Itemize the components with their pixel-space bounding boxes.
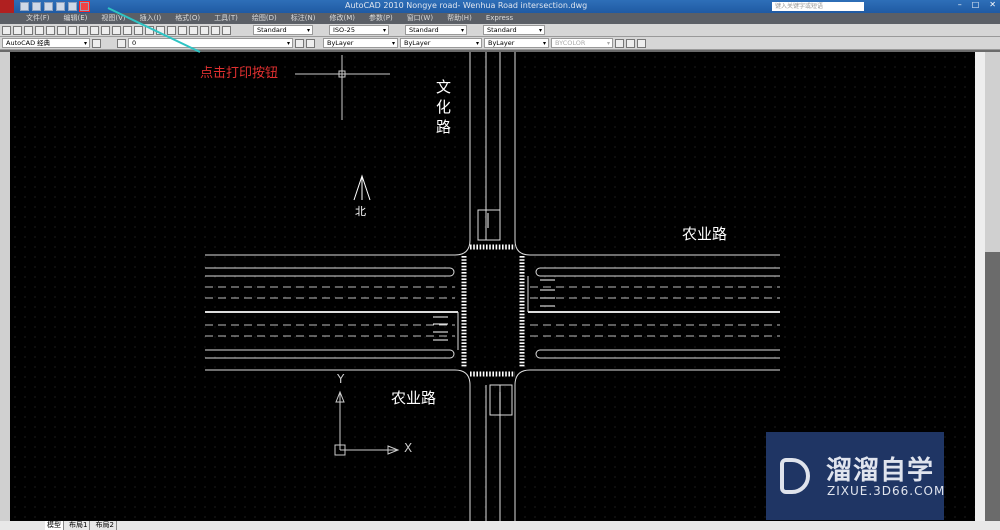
crosshair-cursor xyxy=(295,55,390,120)
ucs-y-label: Y xyxy=(337,372,345,386)
print-button-annotation: 点击打印按钮 xyxy=(200,66,279,81)
tab-layout1[interactable]: 布局1 xyxy=(67,521,91,530)
watermark-name: 溜溜自学 xyxy=(826,456,935,486)
road-label-wenhua-1: 文 xyxy=(436,78,452,96)
crosswalks xyxy=(461,244,525,377)
vertical-road xyxy=(454,52,531,521)
road-label-nongye-east: 农业路 xyxy=(682,225,728,243)
ucs-x-label: X xyxy=(404,441,413,455)
ucs-icon xyxy=(334,390,400,456)
layout-tabs: 模型 布局1 布局2 xyxy=(0,521,1000,530)
north-label: 北 xyxy=(355,205,366,218)
road-label-wenhua-2: 化 xyxy=(436,98,452,116)
road-label-wenhua-3: 路 xyxy=(436,118,452,136)
north-arrow-icon xyxy=(353,174,371,201)
horizontal-road xyxy=(205,254,780,371)
tab-model[interactable]: 模型 xyxy=(45,521,64,530)
watermark-url: ZIXUE.3D66.COM xyxy=(827,484,946,498)
tutorial-pointer-arrow xyxy=(107,7,201,53)
play-logo-icon xyxy=(780,458,810,494)
watermark-logo: 溜溜自学 ZIXUE.3D66.COM xyxy=(766,432,944,520)
tab-layout2[interactable]: 布局2 xyxy=(93,521,117,530)
road-label-nongye-west: 农业路 xyxy=(391,389,437,407)
